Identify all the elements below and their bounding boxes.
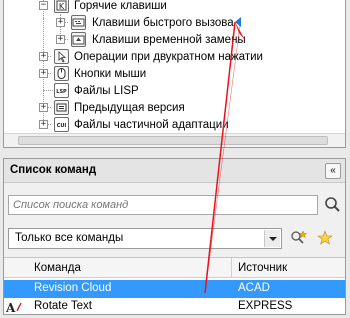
- selected-item-marker: [235, 17, 241, 27]
- new-star-icon: [317, 230, 333, 245]
- tree-item-label: Кнопки мыши: [74, 68, 147, 80]
- tree-item-partial-customization-files[interactable]: + CUI Файлы частичной адаптации: [4, 115, 344, 133]
- lisp-file-icon: LSP: [54, 83, 69, 98]
- column-header-command[interactable]: Команда: [34, 262, 81, 274]
- tree-item-label: Файлы LISP: [74, 85, 139, 97]
- legacy-icon: [54, 100, 69, 115]
- expand-toggle[interactable]: +: [39, 52, 48, 61]
- column-divider[interactable]: [231, 258, 232, 278]
- expand-toggle[interactable]: +: [39, 120, 48, 129]
- table-row[interactable]: Revision Cloud ACAD: [4, 280, 345, 298]
- panel-title: Список команд: [10, 164, 97, 176]
- expand-toggle[interactable]: +: [56, 35, 65, 44]
- tree-item-double-click-actions[interactable]: + Операции при двукратном нажатии: [4, 47, 344, 65]
- command-filter-dropdown[interactable]: Только все команды: [8, 228, 282, 249]
- chevron-down-icon[interactable]: [264, 230, 280, 247]
- cui-file-icon: CUI: [54, 117, 69, 132]
- tree-item-lisp-files[interactable]: LSP Файлы LISP: [4, 81, 344, 99]
- tree-item-label: Операции при двукратном нажатии: [74, 51, 263, 63]
- lisp-file-icon-text: LSP: [56, 89, 67, 95]
- double-click-icon: [54, 49, 69, 64]
- keyboard-icon: K: [54, 0, 69, 13]
- table-row[interactable]: A Rotate Text EXPRESS: [4, 298, 345, 316]
- expand-toggle[interactable]: +: [56, 18, 65, 27]
- panel-header: Список команд «: [4, 159, 345, 183]
- command-name: Revision Cloud: [34, 282, 112, 294]
- svg-text:K: K: [59, 2, 65, 11]
- tree-item-label: Клавиши быстрого вызова: [92, 17, 234, 29]
- command-source: ACAD: [238, 282, 270, 294]
- tree-item-label: Клавиши временной замены: [92, 34, 246, 46]
- filter-value: Только все команды: [15, 232, 124, 244]
- tree-item-shortcut-keys[interactable]: + Клавиши быстрого вызова: [4, 13, 344, 31]
- command-list-panel: Список команд « Только все команды Коман…: [3, 158, 346, 315]
- command-search-field[interactable]: [8, 195, 318, 215]
- search-icon: [325, 197, 340, 212]
- table-header: Команда Источник: [4, 258, 345, 278]
- tree-item-temporary-override-keys[interactable]: + Клавиши временной замены: [4, 30, 344, 48]
- command-source: EXPRESS: [238, 300, 293, 312]
- find-command-button[interactable]: [288, 228, 310, 249]
- rotate-text-icon: A: [4, 299, 26, 315]
- tree-item-mouse-buttons[interactable]: + Кнопки мыши: [4, 64, 344, 82]
- horizontal-scrollbar[interactable]: [4, 133, 345, 147]
- customization-tree[interactable]: − K Горячие клавиши + Клавиши быстрого в…: [3, 0, 346, 148]
- command-table[interactable]: Команда Источник Revision Cloud ACAD A R…: [4, 257, 345, 316]
- new-command-button[interactable]: [314, 228, 336, 249]
- collapse-toggle[interactable]: −: [39, 1, 48, 10]
- tree-item-label: Горячие клавиши: [74, 0, 167, 12]
- expand-toggle[interactable]: +: [39, 69, 48, 78]
- mouse-icon: [54, 66, 69, 81]
- expand-toggle[interactable]: +: [39, 103, 48, 112]
- column-header-source[interactable]: Источник: [238, 262, 287, 274]
- cui-file-icon-text: CUI: [57, 123, 67, 129]
- temporary-override-icon: [71, 32, 86, 47]
- tree-item-label: Предыдущая версия: [74, 102, 185, 114]
- svg-text:A: A: [5, 301, 16, 315]
- tree-item-legacy[interactable]: + Предыдущая версия: [4, 98, 344, 116]
- collapse-panel-button[interactable]: «: [325, 163, 341, 179]
- tree-item-label: Файлы частичной адаптации: [74, 119, 229, 131]
- scrollbar-thumb[interactable]: [18, 136, 328, 145]
- find-star-icon: [291, 230, 308, 244]
- command-search-input[interactable]: [9, 196, 317, 214]
- command-name: Rotate Text: [34, 300, 92, 312]
- shortcut-keys-icon: [71, 15, 86, 30]
- search-button[interactable]: [322, 195, 344, 215]
- tree-connector: [43, 90, 53, 91]
